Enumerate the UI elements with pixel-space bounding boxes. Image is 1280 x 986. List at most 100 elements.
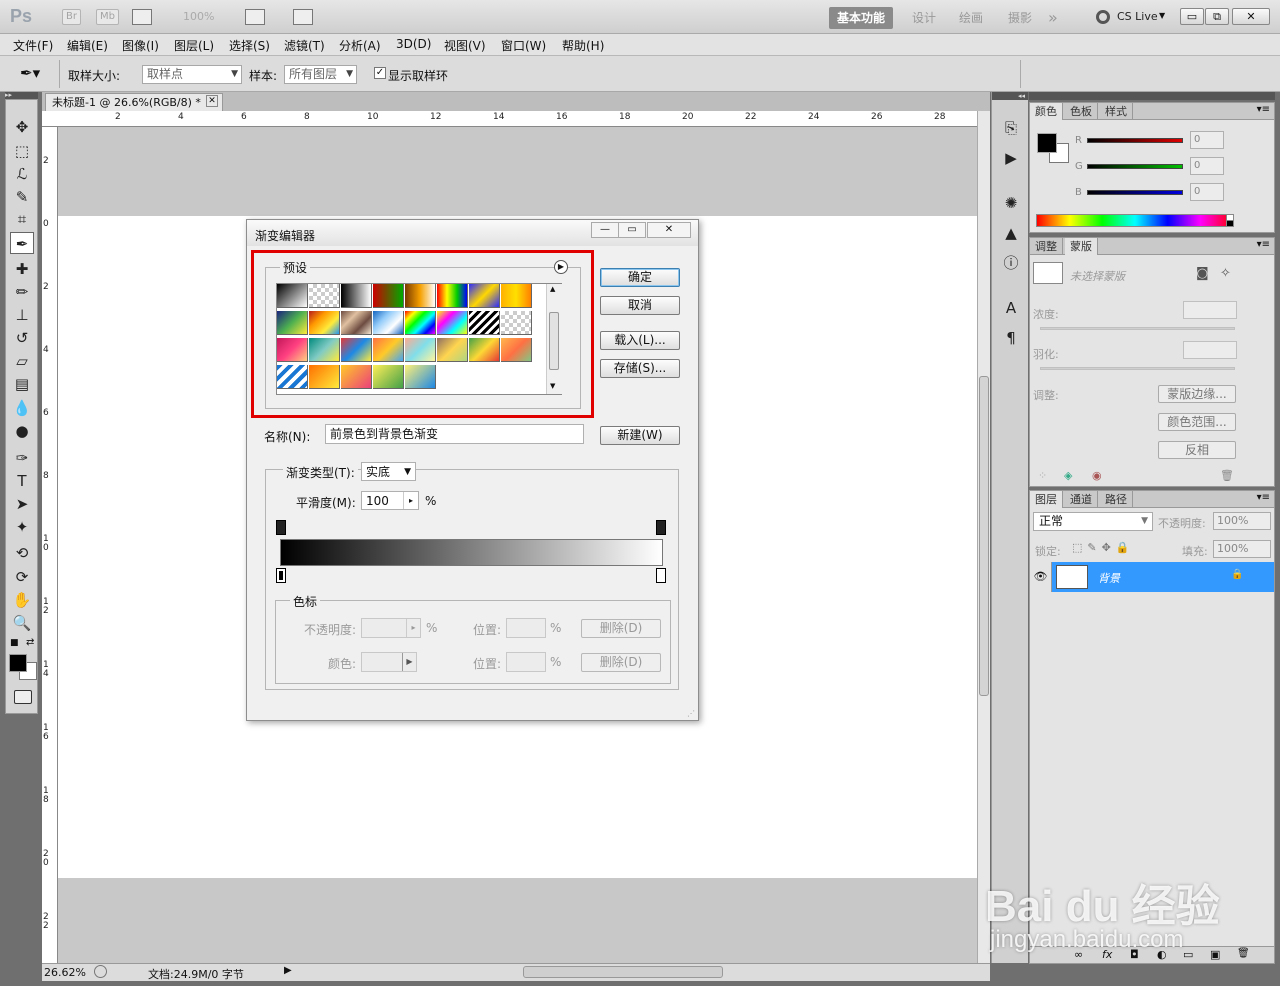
crop-tool-icon[interactable]: ⌗ [10, 208, 34, 230]
layer-visibility-eye-icon[interactable]: 👁 [1030, 562, 1052, 592]
status-zoom[interactable]: 26.62% [44, 966, 86, 979]
eraser-tool-icon[interactable]: ▱ [10, 350, 34, 372]
toolbar-collapse-icon[interactable]: ▸▸ [5, 92, 38, 99]
minimize-button[interactable]: ▭ [1180, 8, 1204, 25]
shape-tool-icon[interactable]: ✦ [10, 516, 34, 538]
document-tab[interactable]: 未标题-1 @ 26.6%(RGB/8) * ✕ [45, 93, 223, 111]
channel-r-value[interactable]: 0 [1190, 131, 1224, 149]
gradient-name-input[interactable]: 前景色到背景色渐变 [325, 424, 584, 444]
delete-color-stop-button[interactable]: 删除(D) [581, 653, 661, 672]
layer-fill-input[interactable]: 100% [1213, 540, 1271, 558]
disable-mask-icon[interactable]: ◉ [1092, 469, 1102, 482]
3d-orbit-tool-icon[interactable]: ⟳ [10, 566, 34, 588]
smoothness-stepper-icon[interactable]: ▸ [403, 492, 418, 509]
workspace-painting[interactable]: 绘画 [951, 7, 991, 29]
preset-swatch[interactable] [405, 284, 436, 308]
preset-swatch[interactable] [309, 338, 340, 362]
dock-collapse-bar[interactable] [1029, 92, 1275, 100]
preset-swatch[interactable] [373, 284, 404, 308]
workspace-design[interactable]: 设计 [904, 7, 944, 29]
load-selection-icon[interactable]: ⁘ [1038, 469, 1047, 482]
dialog-maximize-button[interactable]: ▭ [618, 222, 646, 238]
tab-adjustments[interactable]: 调整 [1030, 238, 1063, 255]
new-gradient-button[interactable]: 新建(W) [600, 426, 680, 445]
preset-swatch[interactable] [373, 311, 404, 335]
status-menu-arrow-icon[interactable]: ▶ [284, 965, 292, 976]
bridge-button[interactable]: Br [62, 9, 81, 25]
pen-tool-icon[interactable]: ✑ [10, 447, 34, 469]
show-sampling-ring-checkbox[interactable]: ✓ [374, 67, 386, 79]
feather-slider[interactable] [1040, 367, 1235, 370]
preset-swatch[interactable] [309, 365, 340, 389]
delete-opacity-stop-button[interactable]: 删除(D) [581, 619, 661, 638]
delete-layer-icon[interactable]: 🗑 [1237, 948, 1250, 959]
preset-swatch[interactable] [501, 311, 532, 335]
panel-foreground-swatch[interactable] [1037, 133, 1057, 153]
tab-layers[interactable]: 图层 [1030, 491, 1063, 508]
layer-name[interactable]: 背景 [1098, 570, 1120, 586]
dialog-close-button[interactable]: ✕ [647, 222, 691, 238]
menu-image[interactable]: 图像(I) [122, 37, 159, 54]
workspace-more-icon[interactable]: » [1040, 7, 1066, 29]
invert-button[interactable]: 反相 [1158, 441, 1236, 459]
channel-g-value[interactable]: 0 [1190, 157, 1224, 175]
scroll-up-icon[interactable]: ▲ [550, 285, 555, 293]
feather-input[interactable] [1183, 341, 1237, 359]
sample-size-select[interactable]: 取样点 ▼ [142, 65, 242, 84]
preset-swatch[interactable] [501, 338, 532, 362]
menu-filter[interactable]: 滤镜(T) [284, 37, 325, 54]
preset-swatch[interactable] [437, 311, 468, 335]
history-brush-tool-icon[interactable]: ↺ [10, 327, 34, 349]
mini-bridge-button[interactable]: Mb [96, 9, 119, 25]
channel-b-slider[interactable] [1087, 190, 1183, 195]
resize-grip-icon[interactable]: ⋰ [687, 709, 695, 718]
close-window-button[interactable]: ✕ [1232, 8, 1270, 25]
view-extras-icon[interactable] [132, 9, 152, 25]
new-layer-icon[interactable]: ▣ [1210, 948, 1220, 961]
preset-swatch[interactable] [309, 284, 340, 308]
quick-selection-tool-icon[interactable]: ✎ [10, 186, 34, 208]
load-button[interactable]: 载入(L)... [600, 331, 680, 350]
apply-mask-icon[interactable]: ◈ [1064, 469, 1072, 482]
add-pixel-mask-icon[interactable]: ◙ [1196, 266, 1209, 281]
swap-colors-icon[interactable]: ⇄ [26, 637, 34, 648]
histogram-panel-icon[interactable]: ▲ [999, 222, 1023, 244]
icon-strip-collapse-icon[interactable]: ◂◂ [992, 92, 1028, 100]
eyedropper-tool-preset-icon[interactable]: ✒▾ [20, 64, 40, 82]
menu-window[interactable]: 窗口(W) [501, 37, 546, 54]
layers-panel-menu-icon[interactable]: ▾≡ [1257, 492, 1270, 503]
restore-button[interactable]: ⧉ [1205, 8, 1229, 25]
opacity-stop-right-icon[interactable] [656, 520, 666, 535]
vertical-scrollbar[interactable] [977, 111, 990, 963]
cs-live-button[interactable]: CS Live [1117, 10, 1158, 23]
tab-channels[interactable]: 通道 [1065, 491, 1098, 508]
preset-swatch[interactable] [437, 338, 468, 362]
blur-tool-icon[interactable]: 💧 [10, 397, 34, 419]
healing-brush-tool-icon[interactable]: ✚ [10, 258, 34, 280]
channel-g-slider[interactable] [1087, 164, 1183, 169]
zoom-level[interactable]: 100% [183, 10, 214, 23]
masks-panel-menu-icon[interactable]: ▾≡ [1257, 239, 1270, 250]
preset-swatch[interactable] [405, 311, 436, 335]
preset-swatch[interactable] [341, 365, 372, 389]
vertical-scroll-thumb[interactable] [979, 376, 989, 696]
ok-button[interactable]: 确定 [600, 268, 680, 287]
color-stop-left-icon[interactable] [276, 568, 286, 583]
preset-swatch[interactable] [373, 365, 404, 389]
presets-scroll-thumb[interactable] [549, 312, 559, 370]
preset-swatch[interactable] [341, 338, 372, 362]
hand-tool-icon[interactable]: ✋ [10, 589, 34, 611]
workspace-essentials[interactable]: 基本功能 [829, 7, 894, 29]
menu-edit[interactable]: 编辑(E) [67, 37, 108, 54]
color-range-button[interactable]: 颜色范围... [1158, 413, 1236, 431]
scroll-down-icon[interactable]: ▼ [550, 382, 555, 390]
menu-layer[interactable]: 图层(L) [174, 37, 214, 54]
stop-color-location-input[interactable] [506, 652, 546, 672]
preset-swatch[interactable] [469, 284, 500, 308]
menu-select[interactable]: 选择(S) [229, 37, 270, 54]
menu-help[interactable]: 帮助(H) [562, 37, 604, 54]
save-button[interactable]: 存储(S)... [600, 359, 680, 378]
menu-3d[interactable]: 3D(D) [396, 37, 431, 51]
tab-masks[interactable]: 蒙版 [1065, 238, 1098, 255]
sample-select[interactable]: 所有图层 ▼ [284, 65, 357, 84]
